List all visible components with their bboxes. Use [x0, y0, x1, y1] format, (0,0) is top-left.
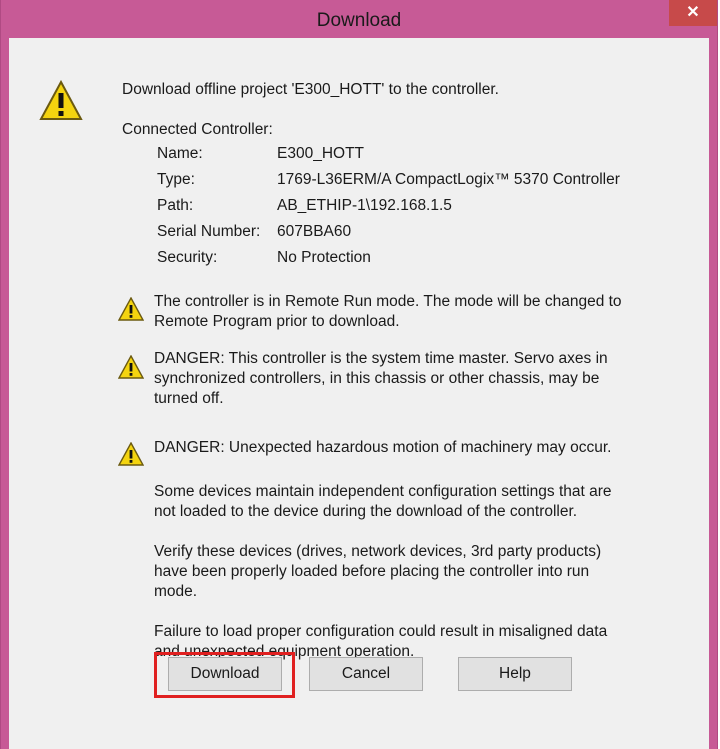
field-value: No Protection: [277, 249, 371, 266]
warning-line: Remote Program prior to download.: [154, 313, 400, 330]
field-label: Name:: [157, 145, 203, 162]
warning-icon: [118, 355, 144, 379]
note-line: Failure to load proper configuration cou…: [154, 623, 608, 640]
cancel-button[interactable]: Cancel: [309, 657, 423, 691]
download-button[interactable]: Download: [168, 657, 282, 691]
help-button[interactable]: Help: [458, 657, 572, 691]
warning-icon: [39, 80, 83, 120]
field-value: 1769-L36ERM/A CompactLogix™ 5370 Control…: [277, 171, 620, 188]
field-value: 607BBA60: [277, 223, 352, 240]
note-line: Verify these devices (drives, network de…: [154, 543, 602, 560]
dialog-body: Download offline project 'E300_HOTT' to …: [9, 38, 709, 749]
note-line: mode.: [154, 583, 198, 600]
field-value: E300_HOTT: [277, 145, 365, 162]
close-button[interactable]: ✕: [669, 0, 717, 26]
field-label: Serial Number:: [157, 223, 261, 240]
note-line: have been properly loaded before placing…: [154, 563, 590, 580]
field-value: AB_ETHIP-1\192.168.1.5: [277, 197, 452, 214]
field-label: Path:: [157, 197, 194, 214]
warning-line: turned off.: [154, 390, 224, 407]
intro-text: Download offline project 'E300_HOTT' to …: [122, 81, 499, 98]
field-label: Type:: [157, 171, 195, 188]
warning-line: DANGER: This controller is the system ti…: [154, 350, 608, 367]
warning-icon: [118, 297, 144, 321]
close-icon: ✕: [686, 4, 700, 21]
warning-icon: [118, 442, 144, 466]
field-label: Security:: [157, 249, 218, 266]
warning-line: DANGER: Unexpected hazardous motion of m…: [154, 439, 612, 456]
connected-heading: Connected Controller:: [122, 121, 273, 138]
warning-line: synchronized controllers, in this chassi…: [154, 370, 600, 387]
title-bar[interactable]: Download ✕: [1, 0, 717, 38]
note-line: not loaded to the device during the down…: [154, 503, 578, 520]
note-line: Some devices maintain independent config…: [154, 483, 612, 500]
download-dialog: Download ✕ Download offline project 'E30…: [0, 0, 718, 749]
warning-line: The controller is in Remote Run mode. Th…: [154, 293, 622, 310]
dialog-title: Download: [316, 10, 402, 31]
